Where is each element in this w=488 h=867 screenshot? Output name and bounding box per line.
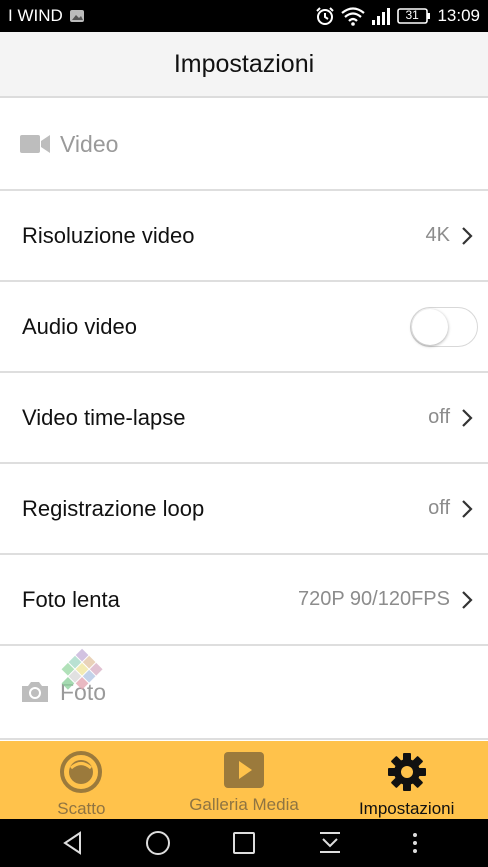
battery-level: 31 — [405, 8, 419, 22]
chevron-right-icon — [460, 589, 474, 611]
setting-value: off — [428, 497, 450, 519]
setting-row-video-resolution[interactable]: Risoluzione video 4K — [0, 191, 488, 282]
mosaic-watermark — [40, 642, 110, 712]
setting-value: 4K — [425, 224, 450, 246]
audio-video-toggle[interactable] — [410, 306, 478, 347]
setting-label: Foto lenta — [22, 586, 120, 612]
signal-icon — [371, 7, 391, 25]
system-nav-bar — [0, 819, 488, 867]
setting-label: Audio video — [22, 313, 137, 339]
more-icon[interactable] — [395, 823, 435, 863]
toggle-knob — [412, 308, 448, 345]
video-camera-icon — [20, 133, 50, 155]
tab-label: Scatto — [57, 799, 106, 818]
setting-row-audio-video: Audio video — [0, 282, 488, 373]
shutter-icon — [60, 751, 103, 793]
image-icon — [69, 8, 85, 24]
setting-value: 720P 90/120FPS — [298, 588, 450, 610]
notification-pull-icon[interactable] — [310, 823, 350, 863]
bottom-tab-bar: Scatto Galleria Media Impostazioni — [0, 741, 488, 819]
play-icon — [223, 751, 265, 789]
tab-impostazioni[interactable]: Impostazioni — [325, 741, 488, 819]
tab-galleria-media[interactable]: Galleria Media — [163, 741, 326, 819]
page-title: Impostazioni — [173, 49, 315, 78]
gear-icon — [386, 751, 428, 793]
setting-row-slow-motion[interactable]: Foto lenta 720P 90/120FPS — [0, 555, 488, 646]
app-header: Impostazioni — [0, 32, 488, 98]
section-label-video: Video — [60, 130, 119, 157]
section-header-video: Video — [0, 99, 488, 191]
setting-row-loop-recording[interactable]: Registrazione loop off — [0, 464, 488, 555]
chevron-right-icon — [460, 498, 474, 520]
home-icon[interactable] — [138, 823, 178, 863]
tab-label: Galleria Media — [189, 795, 299, 814]
chevron-right-icon — [460, 407, 474, 429]
chevron-right-icon — [460, 225, 474, 247]
setting-label: Video time-lapse — [22, 404, 186, 430]
recents-icon[interactable] — [224, 823, 264, 863]
battery-icon: 31 — [397, 7, 431, 25]
setting-row-video-timelapse[interactable]: Video time-lapse off — [0, 373, 488, 464]
setting-label: Risoluzione video — [22, 222, 195, 248]
clock: 13:09 — [437, 6, 480, 25]
setting-value: off — [428, 406, 450, 428]
status-bar: I WIND 31 13:09 — [0, 0, 488, 32]
back-icon[interactable] — [53, 823, 93, 863]
wifi-icon — [341, 6, 366, 26]
tab-scatto[interactable]: Scatto — [0, 741, 163, 819]
tab-label: Impostazioni — [358, 799, 455, 818]
setting-label: Registrazione loop — [22, 495, 205, 521]
alarm-icon — [315, 6, 335, 26]
carrier-label: I WIND — [8, 6, 63, 25]
